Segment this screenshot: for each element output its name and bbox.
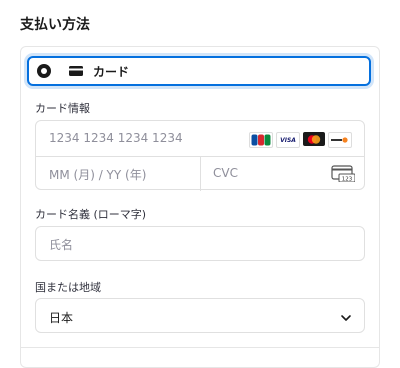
country-value: 日本 (49, 311, 74, 325)
payment-panel: カード カード情報 1234 1234 1234 1234 VISA MM (月… (20, 46, 380, 368)
cvc-placeholder: CVC (213, 166, 238, 180)
country-select[interactable]: 日本 (35, 298, 365, 333)
mastercard-icon (303, 132, 325, 146)
cardholder-input[interactable]: 氏名 (35, 226, 365, 261)
chevron-down-icon (340, 309, 352, 328)
country-label: 国または地域 (35, 281, 101, 294)
expiry-input[interactable]: MM (月) / YY (年) (36, 157, 200, 191)
card-number-placeholder: 1234 1234 1234 1234 (49, 131, 183, 145)
credit-card-icon (69, 66, 83, 76)
card-info-group: 1234 1234 1234 1234 VISA MM (月) / YY (年)… (35, 120, 365, 191)
cvc-card-icon: 123 (331, 165, 356, 186)
divider (21, 347, 379, 348)
card-number-input[interactable]: 1234 1234 1234 1234 VISA (36, 121, 364, 156)
card-info-label: カード情報 (35, 102, 90, 115)
payment-method-label: カード (93, 64, 130, 79)
expiry-placeholder: MM (月) / YY (年) (49, 168, 147, 182)
svg-text:123: 123 (342, 177, 353, 183)
page-title: 支払い方法 (20, 17, 90, 33)
visa-icon: VISA (276, 132, 300, 148)
card-brands: VISA (249, 132, 352, 148)
cvc-input[interactable]: CVC 123 (201, 157, 365, 191)
jcb-icon (249, 132, 273, 148)
payment-method-card[interactable]: カード (27, 56, 371, 86)
radio-selected[interactable] (37, 64, 51, 78)
cardholder-label: カード名義 (ローマ字) (35, 208, 147, 221)
discover-icon (328, 132, 352, 148)
cardholder-placeholder: 氏名 (49, 238, 74, 252)
